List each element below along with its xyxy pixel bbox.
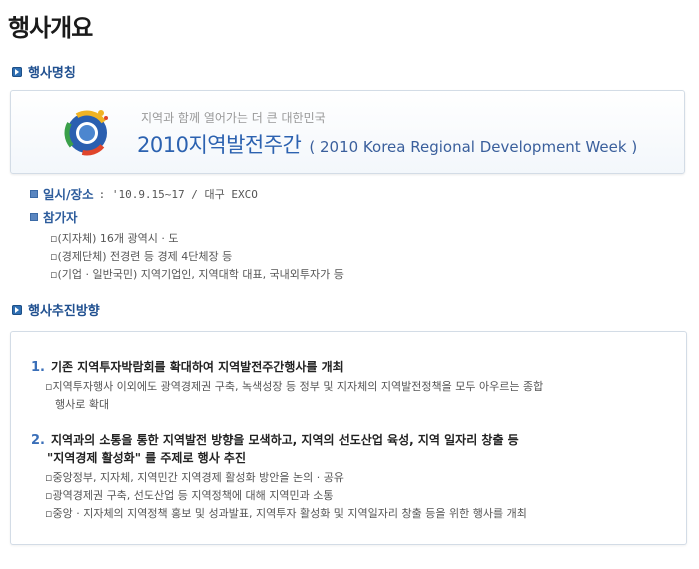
page-title: 행사개요	[8, 14, 93, 42]
direction-item: ▫광역경제권 구축, 선도산업 등 지역정책에 대해 지역민과 소통	[45, 489, 334, 502]
event-overview-page: 행사개요 행사명칭 지역과 함께 열어가는 더 큰 대한민국 2010지역발전주…	[0, 0, 699, 569]
banner-main-title: 지역발전주간	[188, 133, 302, 157]
square-bullet-icon	[30, 212, 38, 221]
datetime-row: 일시/장소 : '10.9.15~17 / 대구 EXCO	[30, 184, 258, 203]
square-bullet-icon	[30, 189, 38, 198]
direction-heading-2-line2: "지역경제 활성화" 를 주제로 행사 추진	[47, 451, 246, 465]
direction-item-continued: 행사로 확대	[55, 398, 110, 411]
participants-row: 참가자	[30, 207, 78, 226]
datetime-value: : '10.9.15~17 / 대구 EXCO	[98, 187, 258, 201]
banner-english-title: ( 2010 Korea Regional Development Week )	[309, 138, 638, 156]
participant-item: ▫(지자체) 16개 광역시 · 도	[50, 232, 179, 245]
section-label: 행사명칭	[28, 66, 76, 81]
globe-logo-icon	[64, 110, 110, 156]
direction-heading-2: 2. 지역과의 소통을 통한 지역발전 방향을 모색하고, 지역의 선도산업 육성…	[31, 433, 519, 448]
participant-item: ▫(기업 · 일반국민) 지역기업인, 지역대학 대표, 국내외투자가 등	[50, 268, 344, 281]
participant-item: ▫(경제단체) 전경련 등 경제 4단체장 등	[50, 250, 233, 263]
arrow-bullet-icon	[12, 304, 22, 315]
banner-subtitle: 지역과 함께 열어가는 더 큰 대한민국	[141, 111, 326, 125]
direction-heading-1: 1. 기존 지역투자박람회를 확대하여 지역발전주간행사를 개최	[31, 360, 344, 375]
direction-item: ▫중앙 · 지자체의 지역정책 홍보 및 성과발표, 지역투자 활성화 및 지역…	[45, 507, 527, 520]
banner-year: 2010	[137, 133, 189, 157]
direction-item: ▫지역투자행사 이외에도 광역경제권 구축, 녹색성장 등 정부 및 지자체의 …	[45, 380, 544, 393]
participants-label: 참가자	[43, 210, 78, 225]
direction-item: ▫중앙정부, 지자체, 지역민간 지역경제 활성화 방안을 논의 · 공유	[45, 471, 344, 484]
datetime-label: 일시/장소	[43, 187, 94, 202]
section-heading-direction: 행사추진방향	[12, 300, 100, 319]
direction-box: 1. 기존 지역투자박람회를 확대하여 지역발전주간행사를 개최 ▫지역투자행사 …	[10, 331, 687, 545]
arrow-bullet-icon	[12, 66, 22, 77]
section-label: 행사추진방향	[28, 304, 100, 319]
banner-title: 2010지역발전주간 ( 2010 Korea Regional Developm…	[137, 129, 637, 159]
event-banner: 지역과 함께 열어가는 더 큰 대한민국 2010지역발전주간 ( 2010 Ko…	[10, 90, 685, 174]
section-heading-event-name: 행사명칭	[12, 62, 76, 81]
